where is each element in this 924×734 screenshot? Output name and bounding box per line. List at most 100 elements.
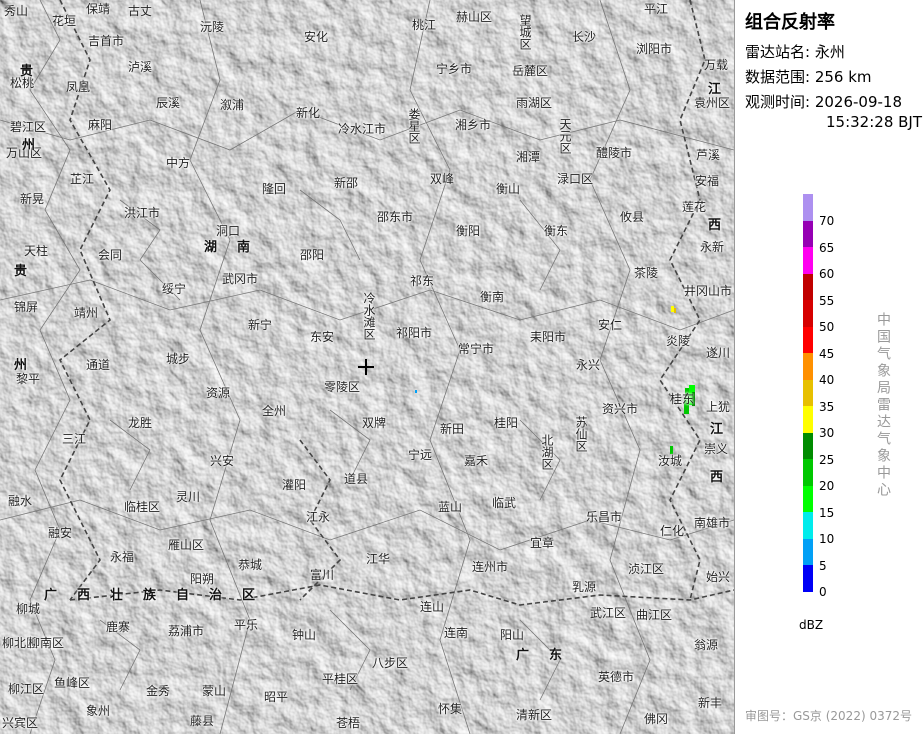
legend-tick-label: 40 [819,373,835,387]
place-label: 全州 [262,404,287,418]
place-label: 零陵区 [324,380,361,394]
legend-tick-label: 0 [819,585,827,599]
place-label: 临桂区 [124,500,161,514]
place-label: 金秀 [146,684,171,698]
place-label: 靖州 [74,306,99,320]
place-label: 长沙 [572,30,597,44]
place-label: 雨湖区 [516,96,553,110]
place-label: 秀山 [4,4,29,18]
place-label: 新化 [296,106,321,120]
place-label: 娄星区 [407,108,421,144]
place-label: 万载 [704,58,729,72]
place-label: 衡南 [480,290,505,304]
place-label: 阳山 [500,628,525,642]
place-label: 衡东 [544,224,569,238]
place-label: 灌阳 [282,478,307,492]
place-label: 衡阳 [456,224,481,238]
legend-color-swatch [803,247,813,274]
legend-tick-label: 35 [819,399,835,414]
place-label: 耒阳市 [530,330,567,344]
time-label: 观测时间: [745,93,811,111]
place-label: 怀集 [438,702,463,716]
place-label: 平乐 [234,618,259,632]
legend-color-swatch [803,194,813,221]
place-label: 新宁 [248,318,273,332]
province-edge-label: 州 [14,358,28,373]
legend-color-swatch [803,353,813,380]
place-label: 渌口区 [557,172,594,186]
legend-color-swatch [803,432,813,459]
region-label: 湖南 [204,240,271,255]
place-label: 衡山 [496,182,521,196]
place-label: 古丈 [128,4,153,18]
place-label: 江永 [306,510,331,524]
legend-tick-label: 70 [819,214,835,228]
place-label: 溆浦 [220,98,245,112]
radar-station-marker [358,359,374,375]
range-row: 数据范围: 256 km [745,67,872,87]
legend-tick-label: 10 [819,532,835,546]
place-label: 连南 [444,626,469,640]
legend-tick-label: 50 [819,320,835,334]
place-label: 洪江市 [124,206,161,220]
place-label: 新晃 [20,192,45,206]
place-label: 蓝山 [438,500,463,514]
place-label: 崇义 [704,442,729,456]
place-label: 道县 [344,472,369,486]
place-label: 新丰 [698,696,723,710]
province-edge-label: 江 [708,82,722,97]
place-label: 袁州区 [694,96,731,110]
place-label: 炎陵 [666,334,691,348]
place-label: 桂东 [670,392,695,406]
place-label: 永兴 [576,358,601,372]
place-label: 新田 [440,422,465,436]
place-label: 灵川 [176,490,201,504]
place-label: 连州市 [472,560,509,574]
place-label: 佛冈 [644,712,669,726]
legend-tick-label: 5 [819,558,827,573]
place-label: 安福 [695,174,720,188]
place-label: 苍梧 [336,716,361,730]
place-label: 东安 [310,330,335,344]
place-label: 麻阳 [88,118,113,132]
place-label: 冷水江市 [338,122,387,136]
place-label: 龙胜 [128,416,153,430]
place-label: 鱼峰区 [54,676,91,690]
place-label: 北湖区 [540,434,554,470]
place-label: 醴陵市 [596,146,633,160]
place-label: 祁阳市 [396,326,433,340]
time-clock: 15:32:28 BJT [826,113,923,131]
legend-tick-label: 15 [819,505,835,520]
place-label: 武冈市 [222,272,259,286]
place-label: 祁东 [410,274,435,288]
place-label: 邵阳 [300,248,325,262]
place-label: 资兴市 [602,402,639,416]
place-label: 攸县 [620,210,645,224]
legend-color-swatch [803,273,813,300]
legend-tick-label: 30 [819,426,835,440]
place-label: 南雄市 [694,516,731,530]
place-label: 沅陵 [200,20,225,34]
place-label: 桂阳 [494,416,519,430]
place-label: 雁山区 [168,538,205,552]
place-label: 冷水滩区 [362,292,376,340]
range-label: 数据范围: [745,68,811,86]
region-label: 广西壮族自治区 [44,588,276,603]
radar-map[interactable]: 秀山 花垣 保靖 古丈 沅陵 安化 桃江 赫山区 望城区 长沙 平江 浏阳市 万载 吉首市 泸溪 宁乡市 岳麓区… [0,0,734,734]
place-label: 茶陵 [634,266,659,280]
legend-tick-label: 55 [819,293,835,308]
place-label: 钟山 [292,628,317,642]
place-label: 宁乡市 [436,62,473,76]
place-label: 临武 [492,496,517,510]
place-label: 荔浦市 [168,624,205,638]
place-label: 宁远 [408,448,433,462]
province-edge-label: 江 [710,422,724,437]
place-label: 鹿寨 [106,620,131,634]
place-label: 浏阳市 [636,42,673,56]
legend-tick-label: 60 [819,267,835,281]
place-label: 翁源 [694,638,719,652]
legend-color-swatch [803,538,813,565]
product-title: 组合反射率 [745,12,835,33]
place-label: 清新区 [516,708,553,722]
place-label: 浈江区 [628,562,665,576]
